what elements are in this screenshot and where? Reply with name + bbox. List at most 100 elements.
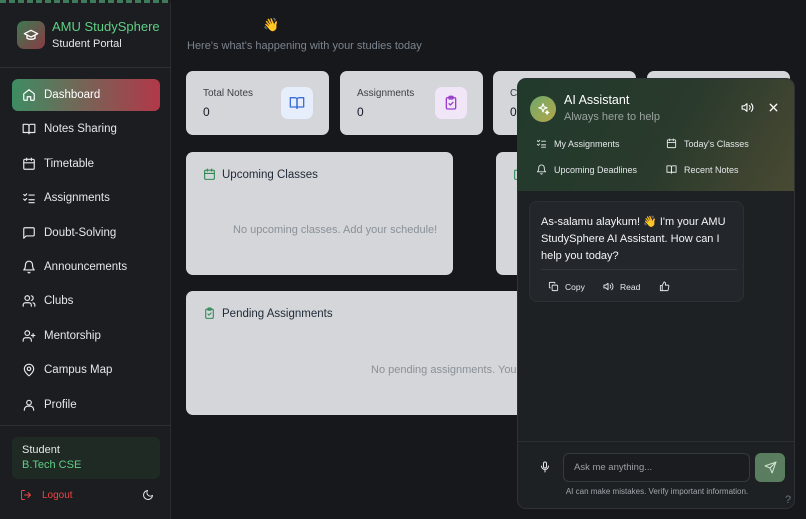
message-square-icon [22,226,36,240]
welcome-heading: 👋 [187,17,279,33]
empty-state: No upcoming classes. Add your schedule! [233,224,438,236]
calendar-icon [666,138,677,149]
bell-icon [22,260,36,274]
copy-label: Copy [565,281,585,292]
sidebar-item-assignments[interactable]: Assignments [12,182,160,214]
microphone-icon[interactable] [539,461,551,473]
copy-button[interactable]: Copy [548,281,585,292]
quick-action-label: My Assignments [554,138,620,149]
user-card: Student B.Tech CSE [12,437,160,479]
book-open-icon [22,122,36,136]
divider [0,67,171,68]
stat-card-total-notes[interactable]: Total Notes 0 [186,71,329,135]
user-course: B.Tech CSE [22,459,82,471]
quick-action-my-assignments[interactable]: My Assignments [536,138,620,149]
sidebar-item-timetable[interactable]: Timetable [12,148,160,180]
sidebar-item-doubt-solving[interactable]: Doubt-Solving [12,217,160,249]
quick-action-todays-classes[interactable]: Today's Classes [666,138,749,149]
wave-icon: 👋 [263,17,280,32]
quick-action-label: Upcoming Deadlines [554,164,638,175]
divider [541,269,737,270]
stat-value: 0 [203,105,210,119]
moon-icon[interactable] [142,489,154,501]
sidebar-item-label: Profile [44,398,77,411]
stat-value: 0 [510,105,517,119]
calendar-icon [22,157,36,171]
divider [518,441,794,442]
logout-label: Logout [42,489,73,501]
clipboard-check-icon [203,307,216,320]
quick-action-label: Recent Notes [684,164,739,175]
send-button[interactable] [755,453,785,482]
sidebar-item-label: Notes Sharing [44,123,117,136]
read-label: Read [620,281,641,292]
upcoming-classes-panel: Upcoming Classes No upcoming classes. Ad… [186,152,453,275]
thumbs-up-button[interactable] [659,281,676,292]
users-icon [22,294,36,308]
sidebar-item-label: Timetable [44,157,95,170]
brand[interactable]: AMU StudySphere Student Portal [12,15,162,59]
sidebar-item-label: Doubt-Solving [44,226,117,239]
quick-action-label: Today's Classes [684,138,749,149]
sidebar-item-label: Announcements [44,260,128,273]
sidebar-item-campus-map[interactable]: Campus Map [12,354,160,386]
ai-assistant-panel: AI Assistant Always here to help My Assi… [517,78,795,509]
copy-icon [548,281,559,292]
chat-title: AI Assistant [564,93,630,107]
sidebar-item-label: Dashboard [44,89,101,101]
list-checks-icon [22,191,36,205]
close-icon[interactable] [767,101,780,114]
map-pin-icon [22,363,36,377]
sidebar-nav: Dashboard Notes Sharing Timetable Assign… [12,79,160,423]
help-button[interactable]: ? [785,494,791,506]
sidebar-item-label: Mentorship [44,329,101,342]
user-plus-icon [22,329,36,343]
calendar-icon [203,168,216,181]
logout-button[interactable]: Logout [20,489,73,501]
user-icon [22,398,36,412]
sidebar-item-mentorship[interactable]: Mentorship [12,320,160,352]
assistant-message: As-salamu alaykum! 👋 I'm your AMU StudyS… [529,201,744,302]
log-out-icon [20,489,32,501]
volume-icon[interactable] [741,101,754,114]
read-aloud-button[interactable]: Read [603,281,640,292]
stat-value: 0 [357,105,364,119]
quick-action-upcoming-deadlines[interactable]: Upcoming Deadlines [536,164,637,175]
panel-title: Pending Assignments [203,307,333,320]
sidebar-item-label: Assignments [44,192,110,205]
stat-label: Total Notes [203,88,254,99]
clipboard-check-icon [435,87,467,119]
send-icon [764,461,777,474]
empty-state: No pending assignments. You' [371,364,519,376]
sidebar-item-clubs[interactable]: Clubs [12,285,160,317]
sidebar-item-notes-sharing[interactable]: Notes Sharing [12,113,160,145]
sidebar-top-accent [0,0,171,3]
quick-action-recent-notes[interactable]: Recent Notes [666,164,739,175]
pending-assignments-panel: Pending Assignments No pending assignmen… [186,291,526,415]
divider [0,425,171,426]
sidebar-item-label: Campus Map [44,364,113,377]
page-subtitle: Here's what's happening with your studie… [187,40,422,52]
list-checks-icon [536,138,547,149]
user-role: Student [22,444,60,456]
volume-icon [603,281,614,292]
ai-disclaimer: AI can make mistakes. Verify important i… [565,487,749,496]
chat-subtitle: Always here to help [564,111,660,123]
chat-input[interactable] [563,453,750,482]
stat-card-assignments[interactable]: Assignments 0 [340,71,483,135]
stat-label: Assignments [357,88,415,99]
panel-title-text: Upcoming Classes [222,168,318,181]
brand-title: AMU StudySphere [52,19,160,34]
sidebar-item-announcements[interactable]: Announcements [12,251,160,283]
brand-subtitle: Student Portal [52,38,122,50]
bell-icon [536,164,547,175]
sparkles-icon [530,96,556,122]
sidebar: AMU StudySphere Student Portal Dashboard… [0,0,171,519]
graduation-cap-icon [17,21,45,49]
book-open-icon [666,164,677,175]
panel-title-text: Pending Assignments [222,307,333,320]
message-text: As-salamu alaykum! 👋 I'm your AMU StudyS… [541,216,726,262]
chat-header: AI Assistant Always here to help My Assi… [518,79,794,191]
sidebar-item-profile[interactable]: Profile [12,389,160,421]
sidebar-item-dashboard[interactable]: Dashboard [12,79,160,111]
